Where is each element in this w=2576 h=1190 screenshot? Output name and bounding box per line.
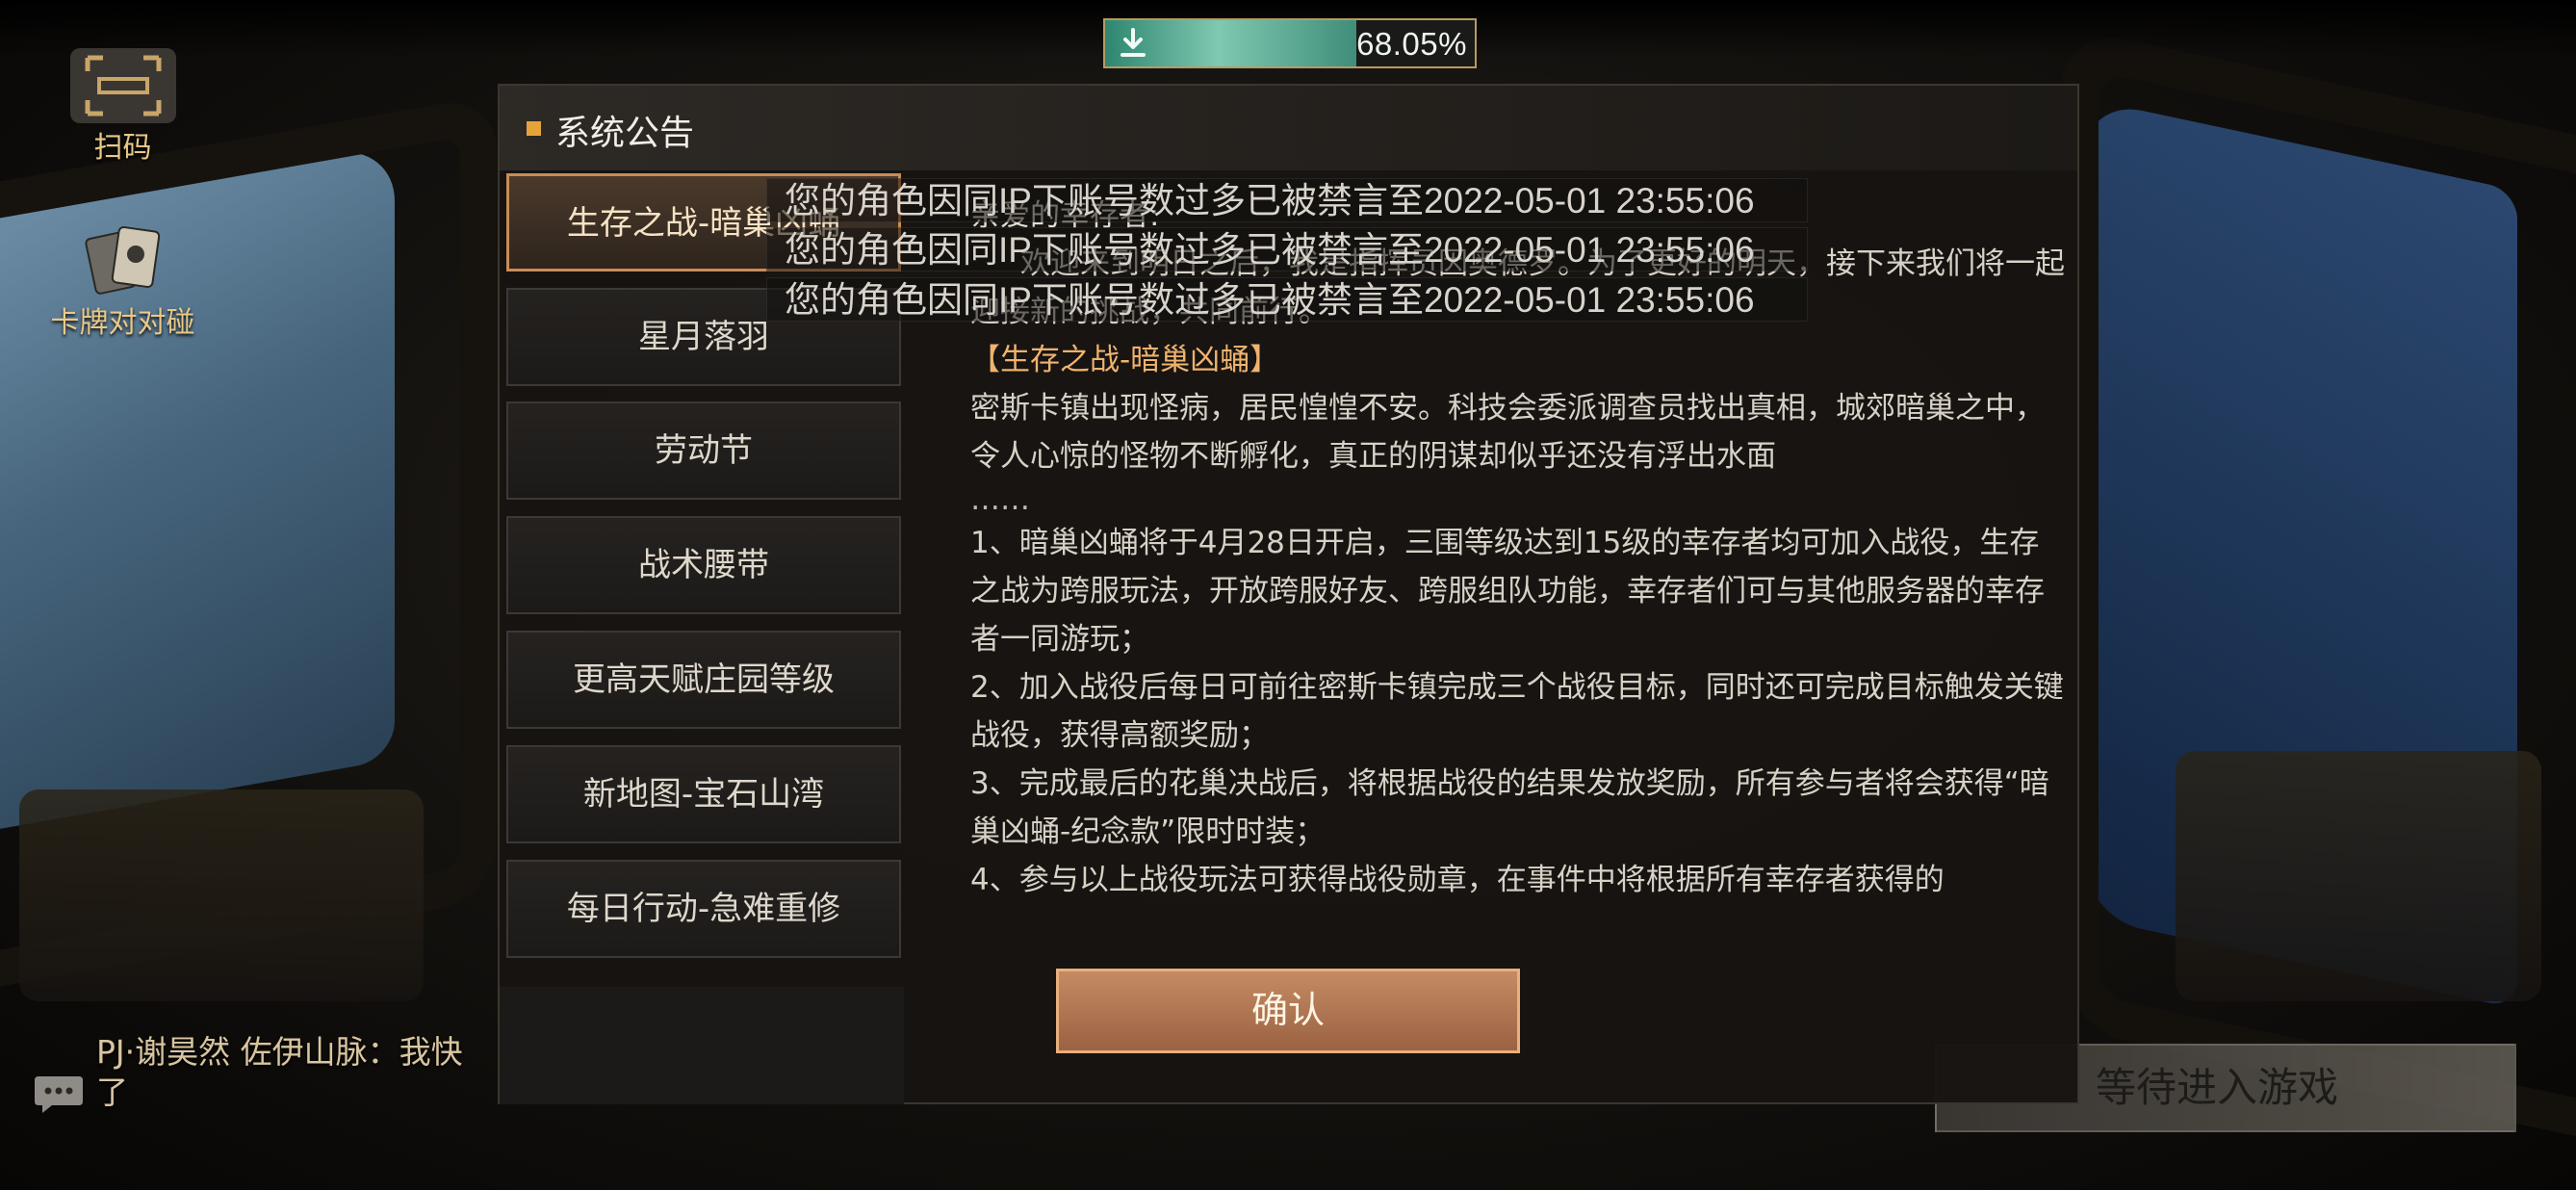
- mute-notice-toast: 您的角色因同IP下账号数过多已被禁言至2022-05-01 23:55:06: [766, 277, 1808, 322]
- cards-icon: [79, 221, 167, 298]
- mute-notice-toast: 您的角色因同IP下账号数过多已被禁言至2022-05-01 23:55:06: [766, 178, 1808, 222]
- tab-new-map[interactable]: 新地图-宝石山湾: [506, 745, 901, 843]
- content-intro: 密斯卡镇出现怪病，居民惶惶不安。科技会委派调查员找出真相，城郊暗巢之中，令人心惊…: [970, 391, 2045, 474]
- dialog-header: 系统公告: [500, 86, 2077, 170]
- left-console: [19, 789, 424, 1001]
- tab-daily-action[interactable]: 每日行动-急难重修: [506, 860, 901, 958]
- right-console: [2176, 751, 2541, 1001]
- content-item: 1、暗巢凶蛹将于4月28日开启，三围等级达到15级的幸存者均可加入战役，生存之战…: [970, 526, 2045, 657]
- chat-icon[interactable]: [33, 1073, 85, 1115]
- tab-tactical-belt[interactable]: 战术腰带: [506, 516, 901, 614]
- chat-message: PJ·谢昊然 佐伊山脉：我快 了: [96, 1033, 463, 1111]
- content-item: 2、加入战役后每日可前往密斯卡镇完成三个战役目标，同时还可完成目标触发关键战役，…: [970, 670, 2064, 753]
- tab-labor-day[interactable]: 劳动节: [506, 401, 901, 500]
- tab-list-footer: [500, 987, 904, 1104]
- content-item: 3、完成最后的花巢决战后，将根据战役的结果发放奖励，所有参与者将会获得“暗巢凶蛹…: [970, 766, 2049, 849]
- scan-icon: [69, 48, 176, 123]
- download-icon: [1121, 28, 1146, 57]
- cards-shortcut[interactable]: 卡牌对对碰: [39, 221, 207, 341]
- content-event-title: 【生存之战-暗巢凶蛹】: [970, 343, 1280, 377]
- download-percent: 68.05%: [1356, 26, 1467, 62]
- dialog-title: 系统公告: [555, 114, 695, 153]
- title-marker-icon: [527, 121, 541, 136]
- content-item: 4、参与以上战役玩法可获得战役勋章，在事件中将根据所有幸存者获得的: [970, 863, 1945, 897]
- mute-notice-toast: 您的角色因同IP下账号数过多已被禁言至2022-05-01 23:55:06: [766, 227, 1808, 272]
- download-progress-bar: 68.05%: [1103, 18, 1477, 68]
- cards-label: 卡牌对对碰: [50, 306, 195, 340]
- scan-label: 扫码: [93, 131, 152, 165]
- tab-manor-level[interactable]: 更高天赋庄园等级: [506, 631, 901, 729]
- scan-shortcut[interactable]: 扫码: [58, 48, 188, 166]
- confirm-button[interactable]: 确认: [1056, 969, 1520, 1053]
- content-ellipsis: ……: [970, 482, 1030, 517]
